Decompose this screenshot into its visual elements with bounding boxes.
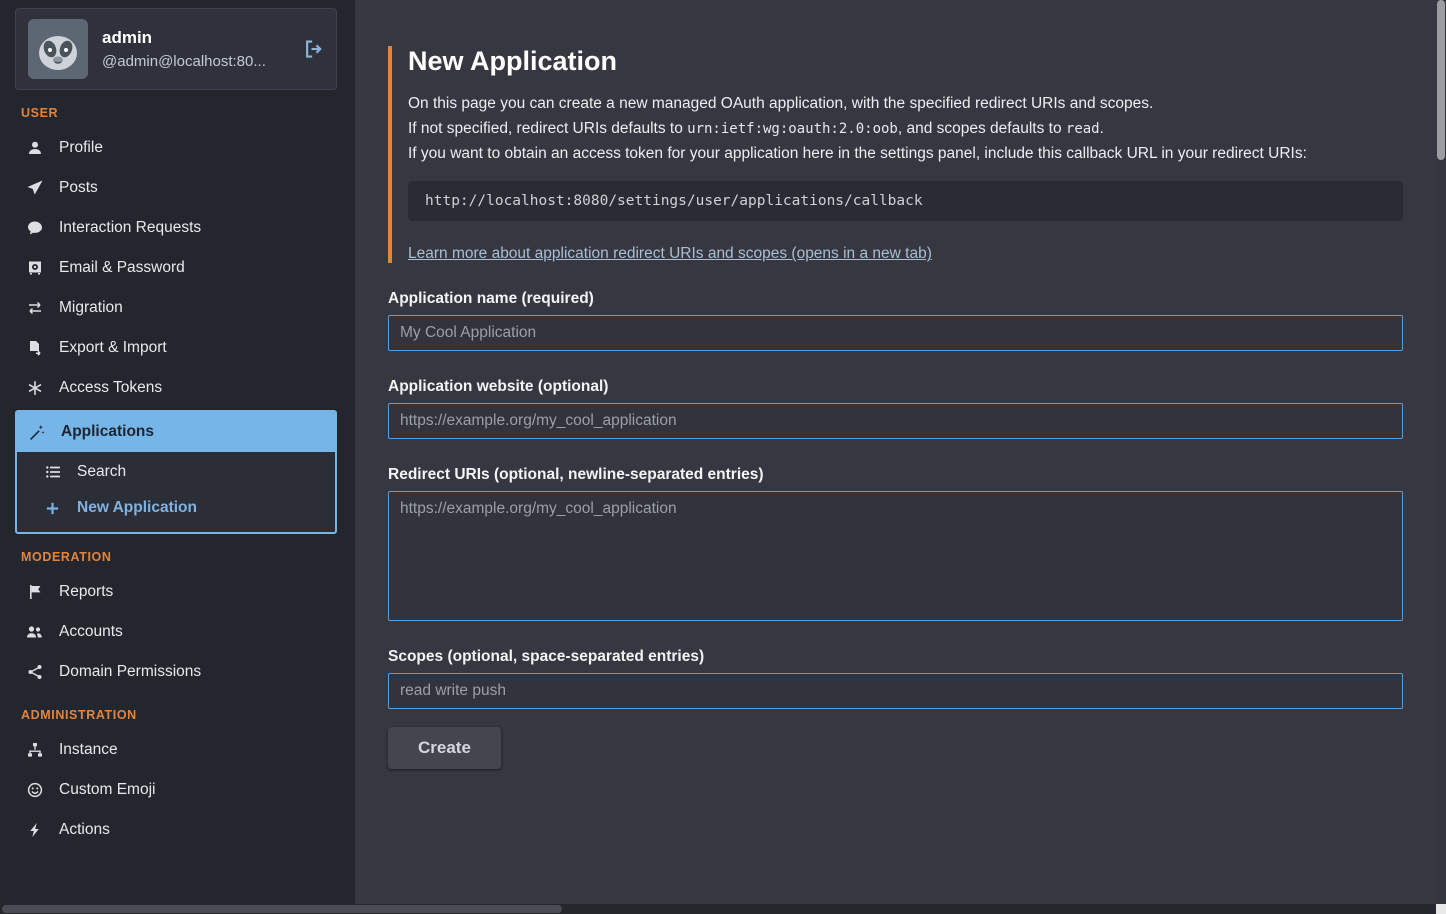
sidebar-item-label: Access Tokens	[59, 379, 162, 397]
intro-line-1: On this page you can create a new manage…	[408, 91, 1403, 116]
asterisk-icon	[25, 380, 44, 396]
sidebar-item-label: Custom Emoji	[59, 781, 155, 799]
sidebar-item-applications[interactable]: Applications	[17, 412, 335, 452]
sidebar-item-label: Actions	[59, 821, 110, 839]
callback-url-code-block: http://localhost:8080/settings/user/appl…	[408, 181, 1403, 221]
vertical-scrollbar-track[interactable]	[1436, 0, 1446, 904]
intro-line-2-mid: , and scopes defaults to	[898, 120, 1066, 137]
sidebar-group-applications: Applications Search New Application	[15, 410, 337, 534]
sidebar-item-interaction-requests[interactable]: Interaction Requests	[15, 208, 337, 248]
sidebar-item-label: Posts	[59, 179, 98, 197]
sidebar-item-accounts[interactable]: Accounts	[15, 612, 337, 652]
create-button[interactable]: Create	[388, 727, 501, 769]
sidebar-item-applications-new[interactable]: New Application	[17, 490, 335, 526]
intro-line-3: If you want to obtain an access token fo…	[408, 141, 1403, 166]
users-icon	[25, 624, 44, 640]
intro-text: On this page you can create a new manage…	[408, 91, 1403, 166]
sidebar-item-email-password[interactable]: Email & Password	[15, 248, 337, 288]
vault-icon	[25, 260, 44, 276]
section-label-moderation: MODERATION	[21, 550, 331, 564]
learn-more-link[interactable]: Learn more about application redirect UR…	[408, 245, 932, 262]
sidebar-item-profile[interactable]: Profile	[15, 128, 337, 168]
share-nodes-icon	[25, 664, 44, 680]
plus-icon	[43, 501, 62, 516]
scopes-input[interactable]	[388, 673, 1403, 709]
horizontal-scrollbar-track[interactable]	[0, 904, 1436, 914]
redirect-uris-textarea[interactable]	[388, 491, 1403, 621]
sidebar-item-access-tokens[interactable]: Access Tokens	[15, 368, 337, 408]
username: admin	[102, 28, 290, 48]
sidebar-item-instance[interactable]: Instance	[15, 730, 337, 770]
sidebar-item-reports[interactable]: Reports	[15, 572, 337, 612]
application-website-label: Application website (optional)	[388, 378, 1403, 396]
sidebar-item-label: Email & Password	[59, 259, 185, 277]
application-name-input[interactable]	[388, 315, 1403, 351]
smiley-icon	[25, 782, 44, 798]
sidebar-item-label: Export & Import	[59, 339, 167, 357]
wand-icon	[27, 424, 46, 440]
sidebar-item-label: Search	[77, 463, 126, 481]
avatar	[28, 19, 88, 79]
arrows-left-right-icon	[25, 300, 44, 316]
sidebar-item-posts[interactable]: Posts	[15, 168, 337, 208]
bolt-icon	[25, 822, 44, 838]
sidebar-item-label: Migration	[59, 299, 123, 317]
sidebar-item-custom-emoji[interactable]: Custom Emoji	[15, 770, 337, 810]
application-name-label: Application name (required)	[388, 290, 1403, 308]
intro-line-2-post: .	[1100, 120, 1104, 137]
section-label-administration: ADMINISTRATION	[21, 708, 331, 722]
user-handle: @admin@localhost:80...	[102, 53, 290, 70]
redirect-uris-label: Redirect URIs (optional, newline-separat…	[388, 466, 1403, 484]
new-application-form: Application name (required) Application …	[388, 290, 1403, 769]
sidebar-item-actions[interactable]: Actions	[15, 810, 337, 850]
sidebar-item-label: Interaction Requests	[59, 219, 201, 237]
section-label-user: USER	[21, 106, 331, 120]
sidebar-item-migration[interactable]: Migration	[15, 288, 337, 328]
intro-line-2-pre: If not specified, redirect URIs defaults…	[408, 120, 687, 137]
paper-plane-icon	[25, 180, 44, 196]
application-website-input[interactable]	[388, 403, 1403, 439]
settings-app: admin @admin@localhost:80... USER Profil…	[0, 0, 1446, 914]
flag-icon	[25, 584, 44, 600]
page-intro: New Application On this page you can cre…	[388, 46, 1403, 263]
sidebar-item-label: Instance	[59, 741, 118, 759]
sidebar-item-label: Reports	[59, 583, 113, 601]
sidebar-item-export-import[interactable]: Export & Import	[15, 328, 337, 368]
list-icon	[43, 464, 62, 480]
user-meta: admin @admin@localhost:80...	[102, 28, 290, 70]
sidebar-item-domain-permissions[interactable]: Domain Permissions	[15, 652, 337, 692]
applications-submenu: Search New Application	[17, 452, 335, 532]
sidebar-item-label: Profile	[59, 139, 103, 157]
logout-icon[interactable]	[304, 39, 324, 59]
sidebar-item-label: Applications	[61, 423, 154, 441]
sidebar-item-label: New Application	[77, 499, 197, 517]
scrollbar-corner	[1436, 904, 1446, 914]
page-title: New Application	[408, 46, 1403, 77]
sidebar-item-label: Domain Permissions	[59, 663, 201, 681]
oob-code: urn:ietf:wg:oauth:2.0:oob	[687, 121, 898, 137]
sitemap-icon	[25, 742, 44, 758]
main-content: New Application On this page you can cre…	[355, 0, 1446, 914]
scopes-label: Scopes (optional, space-separated entrie…	[388, 648, 1403, 666]
horizontal-scrollbar-thumb[interactable]	[2, 905, 562, 913]
intro-line-2: If not specified, redirect URIs defaults…	[408, 116, 1403, 141]
user-card[interactable]: admin @admin@localhost:80...	[15, 8, 337, 90]
sidebar: admin @admin@localhost:80... USER Profil…	[0, 0, 355, 914]
sidebar-item-label: Accounts	[59, 623, 123, 641]
user-icon	[25, 140, 44, 156]
comment-icon	[25, 220, 44, 236]
sidebar-item-applications-search[interactable]: Search	[17, 454, 335, 490]
read-scope-code: read	[1066, 121, 1100, 137]
sidebar-nav: USER Profile Posts Interaction Requests	[15, 106, 337, 850]
file-export-icon	[25, 340, 44, 356]
sloth-avatar-image	[28, 19, 88, 79]
vertical-scrollbar-thumb[interactable]	[1437, 0, 1445, 160]
